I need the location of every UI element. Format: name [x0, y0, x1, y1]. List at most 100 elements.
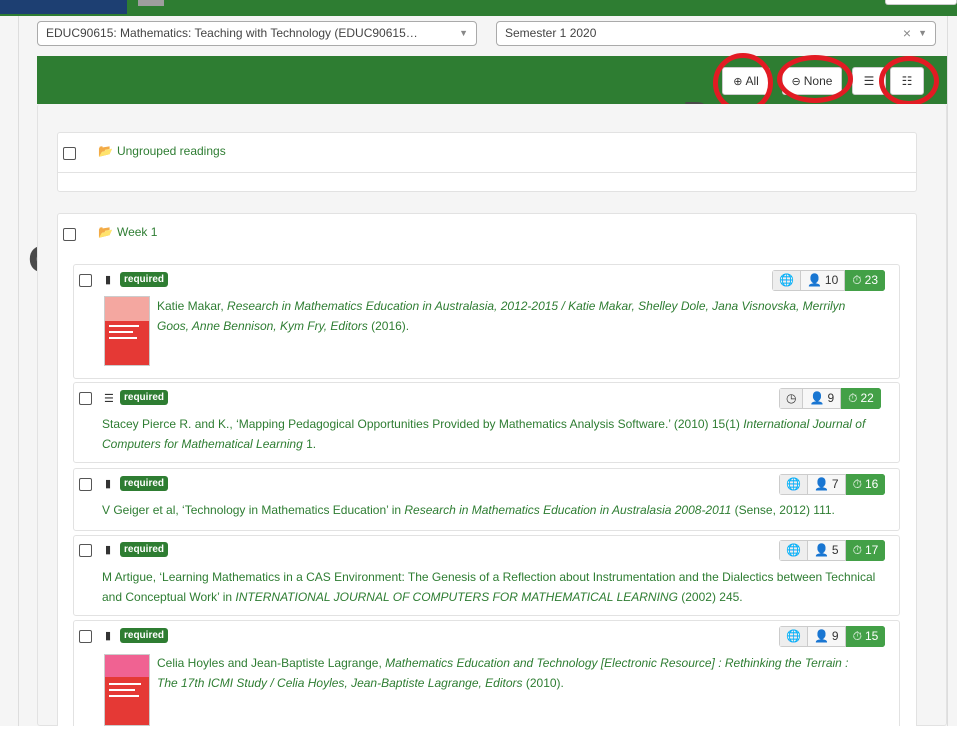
user-icon: 👤: [813, 629, 829, 643]
time-stat-value: 15: [864, 629, 879, 643]
reading-checkbox[interactable]: [79, 478, 92, 491]
book-icon: ▮: [105, 274, 112, 286]
course-select[interactable]: EDUC90615: Mathematics: Teaching with Te…: [37, 21, 477, 46]
students-count-value: 10: [824, 273, 839, 287]
group-title: Week 1: [116, 225, 158, 239]
chevron-down-icon: ▼: [459, 28, 468, 38]
time-stat-value: 17: [864, 543, 879, 557]
students-count-value: 5: [831, 543, 839, 557]
reading-checkbox[interactable]: [79, 274, 92, 287]
group-header-ungrouped[interactable]: 📂 Ungrouped readings: [98, 144, 226, 158]
time-stat: ⏱ 17: [845, 540, 886, 561]
top-nav-tab[interactable]: [138, 0, 164, 6]
book-icon: ▮: [105, 630, 112, 642]
reading-stats: 🌐 👤 7 ⏱ 16: [779, 474, 886, 495]
citation-rest: (2016).: [367, 319, 410, 333]
citation-rest: (2010).: [522, 676, 564, 690]
required-badge: required: [120, 476, 169, 491]
cover-title-line: [109, 337, 137, 339]
book-cover-thumbnail[interactable]: [104, 654, 150, 726]
globe-icon[interactable]: 🌐: [779, 626, 808, 647]
reading-stats: 🌐 👤 10 ⏱ 23: [772, 270, 885, 291]
book-icon: ▮: [105, 544, 112, 556]
cover-art: [105, 655, 149, 677]
group-title: Ungrouped readings: [116, 144, 226, 158]
required-badge: required: [120, 272, 169, 287]
clear-icon[interactable]: ×: [903, 22, 911, 45]
citation-title: Research in Mathematics Education in Aus…: [157, 299, 846, 333]
reading-citation[interactable]: M Artigue, ‘Learning Mathematics in a CA…: [102, 567, 882, 607]
time-stat-value: 23: [864, 273, 878, 287]
time-stat-value: 22: [860, 391, 874, 405]
user-icon: 👤: [806, 273, 822, 287]
content-border-right: [947, 16, 948, 726]
clock-outline-icon[interactable]: ◷: [779, 388, 804, 409]
students-count: 👤 9: [807, 626, 846, 647]
reading-citation[interactable]: V Geiger et al, ‘Technology in Mathemati…: [102, 500, 882, 520]
reading-citation[interactable]: Stacey Pierce R. and K., ‘Mapping Pedago…: [102, 414, 882, 454]
reading-checkbox[interactable]: [79, 392, 92, 405]
citation-title: INTERNATIONAL JOURNAL OF COMPUTERS FOR M…: [235, 590, 678, 604]
time-stat: ⏱ 15: [845, 626, 886, 647]
clock-icon: ⏱: [852, 477, 862, 491]
annotation-circle-a: [879, 56, 939, 106]
cover-art: [105, 297, 149, 321]
group-header-week-1[interactable]: 📂 Week 1: [98, 225, 157, 239]
required-badge: required: [120, 390, 169, 405]
group-panel-ungrouped: [57, 132, 917, 192]
citation-rest: 1.: [302, 437, 317, 451]
time-stat: ⏱ 16: [845, 474, 886, 495]
article-icon: ☰: [104, 393, 114, 405]
annotation-circle-d: [777, 55, 853, 103]
group-checkbox-week-1[interactable]: [63, 228, 76, 241]
cover-title-line: [109, 695, 139, 697]
clock-icon: ⏱: [852, 543, 862, 557]
time-stat: ⏱ 23: [845, 270, 885, 291]
content-border-left: [18, 16, 19, 726]
book-cover-thumbnail[interactable]: [104, 296, 150, 366]
chevron-down-icon[interactable]: ▼: [918, 22, 927, 45]
user-icon: 👤: [813, 477, 829, 491]
cover-title-line: [109, 331, 133, 333]
clock-icon: ⏱: [848, 391, 858, 405]
cover-title-line: [109, 689, 135, 691]
students-count-value: 9: [827, 391, 835, 405]
globe-icon[interactable]: 🌐: [779, 474, 808, 495]
folder-open-icon: 📂: [98, 144, 113, 158]
reading-citation[interactable]: Katie Makar, Research in Mathematics Edu…: [157, 296, 857, 336]
citation-author: Celia Hoyles and Jean-Baptiste Lagrange,: [157, 656, 386, 670]
globe-icon[interactable]: 🌐: [779, 540, 808, 561]
students-count: 👤 5: [807, 540, 846, 561]
top-nav-logo-area: [0, 0, 127, 14]
reading-checkbox[interactable]: [79, 544, 92, 557]
students-count: 👤 7: [807, 474, 846, 495]
time-stat: ⏱ 22: [841, 388, 881, 409]
page-footer-strip: [0, 726, 957, 748]
citation-author: V Geiger et al, ‘Technology in Mathemati…: [102, 503, 405, 517]
reading-citation[interactable]: Celia Hoyles and Jean-Baptiste Lagrange,…: [157, 653, 857, 693]
citation-author: Stacey Pierce R. and K., ‘Mapping Pedago…: [102, 417, 744, 431]
reading-stats: 🌐 👤 9 ⏱ 15: [779, 626, 886, 647]
required-badge: required: [120, 628, 169, 643]
clock-icon: ⏱: [852, 629, 862, 643]
book-icon: ▮: [105, 478, 112, 490]
semester-select[interactable]: Semester 1 2020 × ▼: [496, 21, 936, 46]
cover-title-line: [109, 325, 139, 327]
user-icon: 👤: [813, 543, 829, 557]
user-icon: 👤: [809, 391, 825, 405]
group-checkbox-ungrouped[interactable]: [63, 147, 76, 160]
reading-stats: ◷ 👤 9 ⏱ 22: [779, 388, 881, 409]
citation-rest: (2002) 245.: [677, 590, 743, 604]
students-count: 👤 10: [800, 270, 846, 291]
time-stat-value: 16: [864, 477, 879, 491]
globe-icon[interactable]: 🌐: [772, 270, 801, 291]
semester-select-value: Semester 1 2020: [505, 26, 597, 40]
students-count-value: 9: [831, 629, 839, 643]
required-badge: required: [120, 542, 169, 557]
clock-icon: ⏱: [852, 273, 862, 287]
course-select-value: EDUC90615: Mathematics: Teaching with Te…: [46, 26, 418, 40]
folder-open-icon: 📂: [98, 225, 113, 239]
reading-checkbox[interactable]: [79, 630, 92, 643]
top-nav-search[interactable]: [885, 0, 957, 5]
citation-author: Katie Makar,: [157, 299, 228, 313]
